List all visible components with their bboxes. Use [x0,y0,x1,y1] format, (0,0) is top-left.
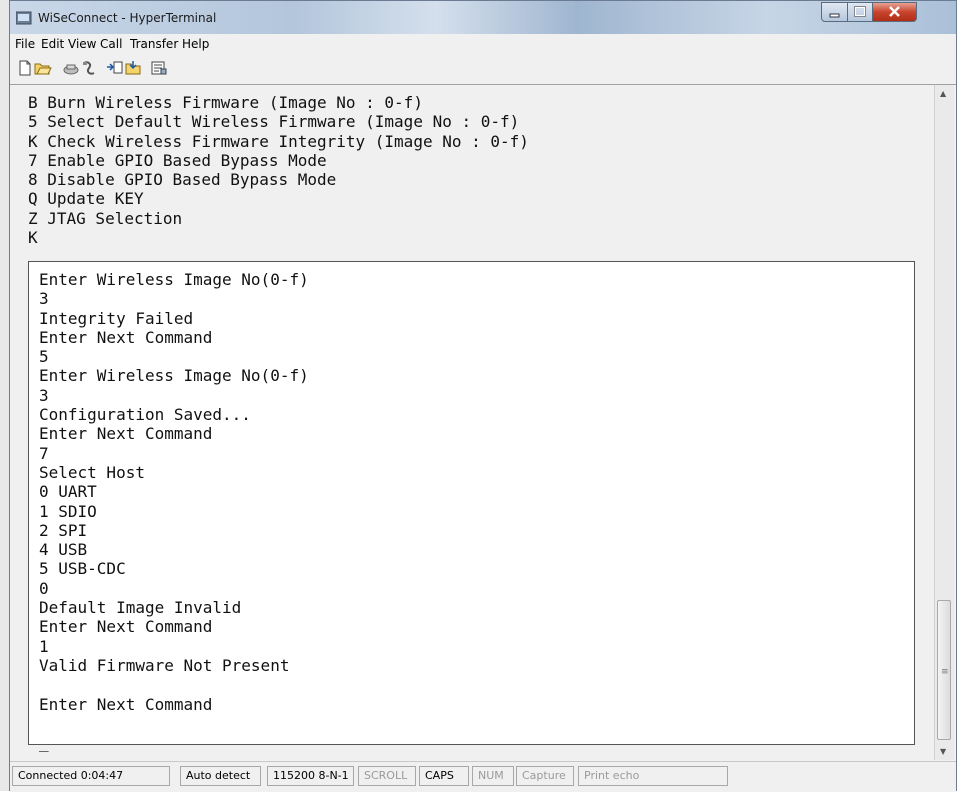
status-connection: Connected 0:04:47 [12,766,170,786]
terminal-session-output: Enter Wireless Image No(0-f) 3 Integrity… [39,270,309,752]
scrollbar-thumb[interactable]: ≡ [937,600,951,740]
close-icon [889,6,900,17]
terminal-line: 7 Enable GPIO Based Bypass Mode [28,150,327,170]
terminal-line: Configuration Saved... [39,405,251,425]
status-settings: 115200 8-N-1 [267,766,354,786]
receive-icon[interactable] [124,60,142,76]
terminal-line: 4 USB [39,540,88,560]
minimize-icon [829,13,840,18]
terminal-line: Valid Firmware Not Present [39,655,290,675]
disconnect-icon[interactable] [80,60,98,76]
terminal-line: 5 Select Default Wireless Firmware (Imag… [28,112,520,132]
terminal-menu-output: B Burn Wireless Firmware (Image No : 0-f… [28,93,529,247]
terminal-line: 3 [39,289,49,309]
window-title: WiSeConnect - HyperTerminal [38,11,217,25]
terminal-line: Integrity Failed [39,308,194,328]
maximize-button[interactable] [847,2,873,22]
status-num: NUM [472,766,514,786]
toolbar [10,54,956,85]
minimize-button[interactable] [821,2,848,22]
menu-file[interactable]: File [15,37,35,51]
terminal-line: Enter Wireless Image No(0-f) [39,366,309,386]
terminal-line: Select Host [39,462,145,482]
menu-transfer[interactable]: Transfer [130,37,178,51]
terminal-area[interactable]: B Burn Wireless Firmware (Image No : 0-f… [10,85,934,760]
scroll-down-arrow-icon[interactable]: ▼ [940,747,946,756]
scroll-up-arrow-icon[interactable]: ▲ [940,89,946,98]
grip-icon: ≡ [941,667,949,677]
terminal-line: Enter Next Command [39,617,213,637]
terminal-line: 0 UART [39,482,97,502]
status-caps: CAPS [419,766,469,786]
terminal-line: Enter Next Command [39,424,213,444]
terminal-line: Enter Next Command [39,694,213,714]
menu-call[interactable]: Call [100,37,122,51]
terminal-line: B Burn Wireless Firmware (Image No : 0-f… [28,93,423,112]
menu-edit[interactable]: Edit [41,37,64,51]
menu-help[interactable]: Help [182,37,209,51]
send-icon[interactable] [106,60,124,76]
status-bar: Connected 0:04:47 Auto detect 115200 8-N… [10,761,956,792]
vertical-scrollbar[interactable]: ▲ ≡ ▼ [934,85,954,760]
menu-view[interactable]: View [68,37,96,51]
status-scroll: SCROLL [358,766,416,786]
terminal-line: 0 [39,578,49,598]
terminal-line: 1 [39,636,49,656]
hyperterminal-app-icon [16,11,32,25]
terminal-line: K [28,228,38,248]
terminal-session-box[interactable]: Enter Wireless Image No(0-f) 3 Integrity… [28,261,915,752]
status-print-echo: Print echo [578,766,728,786]
terminal-line: Enter Next Command [39,327,213,347]
open-icon[interactable] [34,60,52,76]
new-icon[interactable] [16,60,34,76]
close-button[interactable] [872,2,917,22]
terminal-cursor: _ [39,733,49,753]
terminal-line: 2 SPI [39,520,88,540]
maximize-icon [854,6,866,17]
terminal-line: Default Image Invalid [39,598,242,618]
status-detect: Auto detect [180,766,261,786]
title-bar[interactable]: WiSeConnect - HyperTerminal [10,1,956,34]
terminal-line: Z JTAG Selection [28,208,183,228]
terminal-line: Enter Wireless Image No(0-f) [39,270,309,289]
terminal-line: Q Update KEY [28,189,144,209]
hyperterminal-window: WiSeConnect - HyperTerminal File Edit Vi… [9,0,957,792]
terminal-line: 1 SDIO [39,501,97,521]
terminal-line: K Check Wireless Firmware Integrity (Ima… [28,131,529,151]
call-icon[interactable] [62,60,80,76]
menu-bar: File Edit View Call Transfer Help [10,34,956,54]
terminal-line: 5 USB-CDC [39,559,126,579]
properties-icon[interactable] [150,60,168,76]
terminal-line: 3 [39,385,49,405]
terminal-line: 8 Disable GPIO Based Bypass Mode [28,170,337,190]
status-capture: Capture [516,766,574,786]
terminal-line: 7 [39,443,49,463]
terminal-line: 5 [39,347,49,367]
